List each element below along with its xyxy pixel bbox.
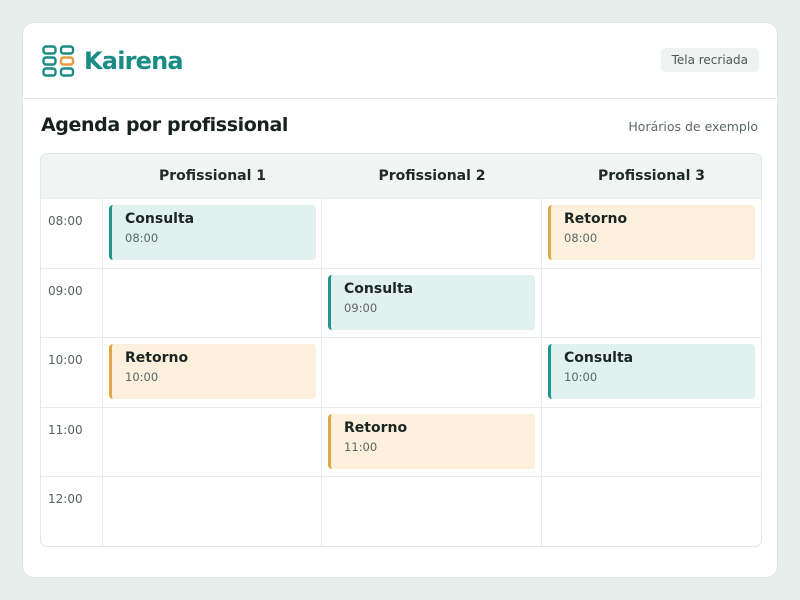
appointment-time: 10:00: [125, 370, 159, 384]
column-header-2: Profissional 2: [322, 154, 542, 199]
schedule-slot[interactable]: Retorno 11:00: [322, 408, 542, 477]
schedule-grid: Profissional 1 Profissional 2 Profissional…: [40, 153, 762, 547]
column-header-label: Profissional 2: [378, 168, 486, 184]
appointment-title: Retorno: [344, 420, 408, 436]
page-note: Horários de exemplo: [628, 119, 758, 134]
title-row: Agenda por profissional Horários de exem…: [23, 100, 777, 154]
appointment-consulta[interactable]: Consulta 08:00: [109, 205, 316, 260]
schedule-slot[interactable]: [542, 408, 761, 477]
appointment-retorno[interactable]: Retorno 10:00: [109, 344, 316, 399]
schedule-slot[interactable]: Retorno 10:00: [103, 338, 322, 408]
schedule-slot[interactable]: Consulta 08:00: [103, 199, 322, 269]
page-title: Agenda por profissional: [41, 114, 289, 136]
column-header-label: Profissional 3: [597, 168, 706, 184]
schedule-slot[interactable]: [103, 477, 322, 546]
time-label: 08:00: [41, 199, 103, 269]
appointment-time: 11:00: [344, 440, 378, 454]
header-corner: [41, 154, 103, 199]
brand-name: Kairena: [84, 47, 184, 75]
appointment-time: 08:00: [125, 231, 159, 245]
app-header: Kairena Tela recriada: [23, 23, 777, 99]
appointment-title: Consulta: [344, 281, 414, 297]
appointment-title: Consulta: [564, 350, 634, 366]
appointment-time: 09:00: [344, 301, 378, 315]
appointment-consulta[interactable]: Consulta 10:00: [548, 344, 755, 399]
appointment-retorno[interactable]: Retorno 08:00: [548, 205, 755, 260]
column-header-1: Profissional 1: [103, 154, 322, 199]
brand[interactable]: Kairena: [42, 45, 184, 77]
schedule-slot[interactable]: [322, 477, 542, 546]
time-label: 09:00: [41, 269, 103, 338]
app-card: Kairena Tela recriada Agenda por profiss…: [22, 22, 778, 578]
schedule-slot[interactable]: [103, 269, 322, 338]
schedule-slot[interactable]: [542, 269, 761, 338]
schedule-slot[interactable]: [322, 338, 542, 408]
schedule-slot[interactable]: [322, 199, 542, 269]
appointment-title: Retorno: [125, 350, 189, 366]
schedule-slot[interactable]: Consulta 10:00: [542, 338, 761, 408]
grid-logo-icon: [42, 45, 75, 77]
appointment-consulta[interactable]: Consulta 09:00: [328, 275, 535, 330]
schedule-slot[interactable]: [542, 477, 761, 546]
appointment-title: Retorno: [564, 211, 628, 227]
column-header-label: Profissional 1: [158, 168, 267, 184]
time-label: 10:00: [41, 338, 103, 408]
appointment-time: 08:00: [564, 231, 598, 245]
schedule-slot[interactable]: Retorno 08:00: [542, 199, 761, 269]
appointment-title: Consulta: [125, 211, 195, 227]
status-badge: Tela recriada: [660, 48, 759, 72]
schedule-slot[interactable]: Consulta 09:00: [322, 269, 542, 338]
appointment-time: 10:00: [564, 370, 598, 384]
appointment-retorno[interactable]: Retorno 11:00: [328, 414, 535, 469]
time-label: 12:00: [41, 477, 103, 546]
column-header-3: Profissional 3: [542, 154, 761, 199]
time-label: 11:00: [41, 408, 103, 477]
schedule-slot[interactable]: [103, 408, 322, 477]
